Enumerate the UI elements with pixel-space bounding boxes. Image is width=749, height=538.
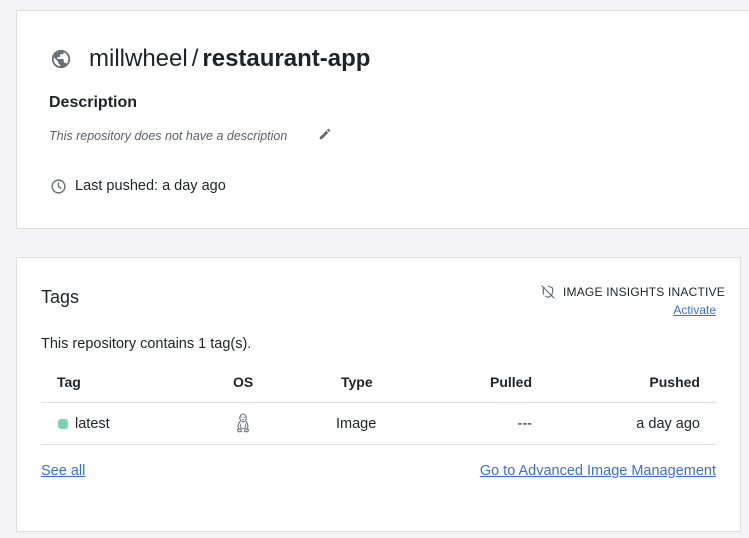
- column-header-pushed: Pushed: [649, 374, 700, 390]
- tag-pushed: a day ago: [636, 416, 700, 432]
- linux-icon: [236, 413, 250, 433]
- tag-pulled: ---: [517, 416, 533, 432]
- table-divider: [41, 444, 716, 445]
- tags-count-text: This repository contains 1 tag(s).: [41, 336, 252, 352]
- globe-icon: [51, 49, 71, 69]
- advanced-image-management-link[interactable]: Go to Advanced Image Management: [480, 462, 716, 480]
- activate-link[interactable]: Activate: [673, 302, 716, 318]
- tags-card: Tags IMAGE INSIGHTS INACTIVE Activate Th…: [16, 257, 741, 532]
- description-heading: Description: [49, 94, 138, 111]
- pencil-icon[interactable]: [318, 127, 332, 141]
- image-insights-status: IMAGE INSIGHTS INACTIVE: [563, 285, 725, 299]
- tag-status-dot: [58, 419, 68, 429]
- repository-namespace[interactable]: millwheel: [89, 45, 188, 72]
- column-header-type: Type: [341, 374, 373, 390]
- column-header-pulled: Pulled: [489, 374, 532, 390]
- clock-icon: [51, 179, 66, 194]
- column-header-os: OS: [233, 374, 254, 390]
- table-divider: [41, 402, 716, 403]
- see-all-link[interactable]: See all: [41, 462, 85, 480]
- repository-header-card: millwheel / restaurant-app Description Thi…: [16, 10, 749, 229]
- last-pushed-text: Last pushed: a day ago: [75, 178, 226, 194]
- shield-off-icon: [541, 285, 555, 299]
- repository-name: restaurant-app: [202, 45, 371, 72]
- column-header-tag: Tag: [57, 374, 81, 390]
- tag-name-link[interactable]: latest: [75, 415, 110, 433]
- description-text: This repository does not have a descript…: [49, 129, 288, 143]
- tag-type: Image: [336, 416, 377, 432]
- tags-heading: Tags: [41, 287, 80, 307]
- repository-title: millwheel / restaurant-app: [89, 44, 370, 74]
- title-separator: /: [191, 45, 199, 72]
